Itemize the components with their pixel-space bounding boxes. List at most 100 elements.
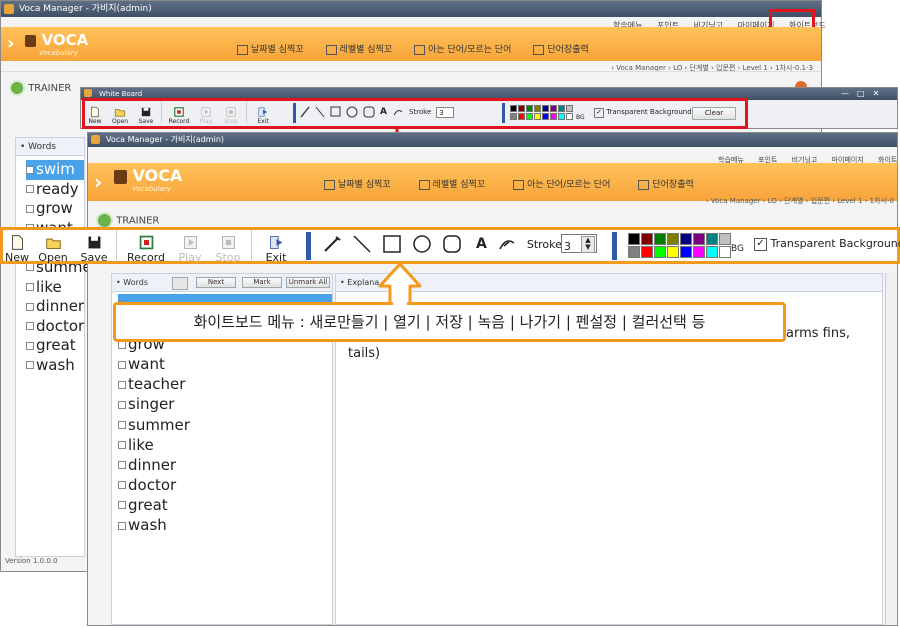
checkbox-icon[interactable] — [118, 360, 126, 369]
rounded-rect-icon[interactable] — [442, 234, 462, 254]
circle-icon[interactable] — [346, 106, 358, 118]
list-item[interactable]: dinner — [118, 455, 332, 475]
save-button[interactable]: Save — [136, 101, 156, 125]
circle-icon[interactable] — [412, 234, 432, 254]
spinner-arrows-icon[interactable]: ▲ ▼ — [581, 236, 595, 253]
record-button[interactable]: Record — [121, 230, 171, 264]
nav-by-level[interactable]: 레벨별 심찍꼬 — [418, 177, 485, 190]
play-button[interactable]: Play — [175, 230, 205, 264]
color-swatch[interactable] — [510, 105, 517, 112]
open-button[interactable]: Open — [34, 230, 72, 264]
color-swatch[interactable] — [654, 233, 666, 245]
nav-by-level[interactable]: 레벨별 심찍꼬 — [325, 42, 392, 55]
checkbox-checked-icon[interactable]: ✓ — [754, 237, 767, 251]
color-swatch[interactable] — [680, 233, 692, 245]
unmark-all-button[interactable]: Unmark All — [286, 277, 330, 288]
checkbox-icon[interactable] — [26, 204, 34, 213]
exit-button[interactable]: Exit — [252, 101, 274, 125]
nav-by-date[interactable]: 날짜별 심찍꼬 — [324, 177, 391, 190]
color-swatch[interactable] — [510, 113, 517, 120]
checkbox-icon[interactable] — [118, 501, 126, 510]
color-swatch[interactable] — [628, 233, 640, 245]
stop-button[interactable]: Stop — [221, 101, 241, 125]
color-swatch[interactable] — [550, 105, 557, 112]
list-item[interactable]: swim — [26, 160, 84, 180]
prev-button[interactable] — [172, 277, 188, 290]
color-swatch[interactable] — [693, 233, 705, 245]
color-swatch[interactable] — [542, 113, 549, 120]
rectangle-icon[interactable] — [330, 106, 341, 118]
color-swatch[interactable] — [719, 246, 731, 258]
color-swatch[interactable] — [534, 113, 541, 120]
list-item[interactable]: grow — [26, 199, 84, 219]
rectangle-icon[interactable] — [382, 234, 402, 254]
list-item[interactable]: wash — [118, 515, 332, 535]
line-icon[interactable] — [315, 106, 325, 118]
next-button[interactable]: Next — [196, 277, 236, 288]
color-swatch[interactable] — [550, 113, 557, 120]
list-item[interactable]: teacher — [118, 374, 332, 394]
color-swatch[interactable] — [566, 113, 573, 120]
color-swatch[interactable] — [558, 113, 565, 120]
stop-button[interactable]: Stop — [209, 230, 247, 264]
list-item[interactable]: like — [26, 278, 84, 298]
checkbox-icon[interactable] — [26, 263, 34, 272]
checkbox-icon[interactable] — [26, 341, 34, 350]
open-button[interactable]: Open — [109, 101, 131, 125]
checkbox-icon[interactable] — [26, 361, 34, 370]
pen-icon[interactable] — [322, 234, 342, 254]
checkbox-icon[interactable] — [118, 521, 126, 530]
play-button[interactable]: Play — [196, 101, 216, 125]
minimize-icon[interactable]: — — [841, 88, 849, 100]
record-button[interactable]: Record — [167, 101, 191, 125]
color-swatch[interactable] — [654, 246, 666, 258]
color-swatch[interactable] — [641, 233, 653, 245]
pen-icon[interactable] — [300, 106, 310, 118]
color-swatch[interactable] — [534, 105, 541, 112]
text-tool-icon[interactable]: A — [476, 236, 487, 252]
vertical-scrollbar[interactable] — [885, 273, 897, 625]
checkbox-icon[interactable] — [118, 461, 126, 470]
stroke-field[interactable]: 3 — [436, 106, 455, 118]
color-swatch[interactable] — [693, 246, 705, 258]
list-item[interactable]: like — [118, 435, 332, 455]
eraser-icon[interactable] — [497, 234, 517, 254]
color-swatch[interactable] — [706, 246, 718, 258]
checkbox-icon[interactable] — [118, 481, 126, 490]
rounded-rect-icon[interactable] — [363, 106, 375, 118]
color-swatch[interactable] — [558, 105, 565, 112]
color-swatch[interactable] — [518, 105, 525, 112]
text-tool-icon[interactable]: A — [380, 107, 387, 117]
list-item[interactable]: doctor — [118, 475, 332, 495]
list-item[interactable]: great — [26, 336, 84, 356]
nav-print[interactable]: 단어장출력 — [533, 42, 589, 55]
color-swatch[interactable] — [641, 246, 653, 258]
checkbox-icon[interactable] — [26, 302, 34, 311]
nav-known-unknown[interactable]: 아는 단어/모르는 단어 — [513, 177, 610, 190]
color-swatch[interactable] — [706, 233, 718, 245]
exit-button[interactable]: Exit — [256, 230, 296, 264]
list-item[interactable]: doctor — [26, 317, 84, 337]
checkbox-icon[interactable] — [118, 421, 126, 430]
list-item[interactable]: great — [118, 495, 332, 515]
checkbox-icon[interactable] — [118, 441, 126, 450]
nav-print[interactable]: 단어장출력 — [638, 177, 694, 190]
close-icon[interactable]: ✕ — [873, 88, 880, 100]
new-button[interactable]: New — [86, 101, 104, 125]
mark-button[interactable]: Mark — [242, 277, 282, 288]
color-swatch[interactable] — [628, 246, 640, 258]
clear-button[interactable]: Clear — [692, 107, 736, 120]
color-swatch[interactable] — [526, 105, 533, 112]
checkbox-checked-icon[interactable]: ✓ — [594, 108, 604, 118]
checkbox-icon[interactable] — [26, 165, 34, 174]
list-item[interactable]: ready — [26, 180, 84, 200]
list-item[interactable]: dinner — [26, 297, 84, 317]
small-transparent-toggle[interactable]: ✓ Transparent Background — [594, 108, 692, 118]
list-item[interactable]: want — [118, 354, 332, 374]
list-item[interactable]: wash — [26, 356, 84, 376]
checkbox-icon[interactable] — [118, 400, 126, 409]
color-swatch[interactable] — [719, 233, 731, 245]
color-swatch[interactable] — [667, 233, 679, 245]
color-swatch[interactable] — [667, 246, 679, 258]
save-button[interactable]: Save — [76, 230, 112, 264]
